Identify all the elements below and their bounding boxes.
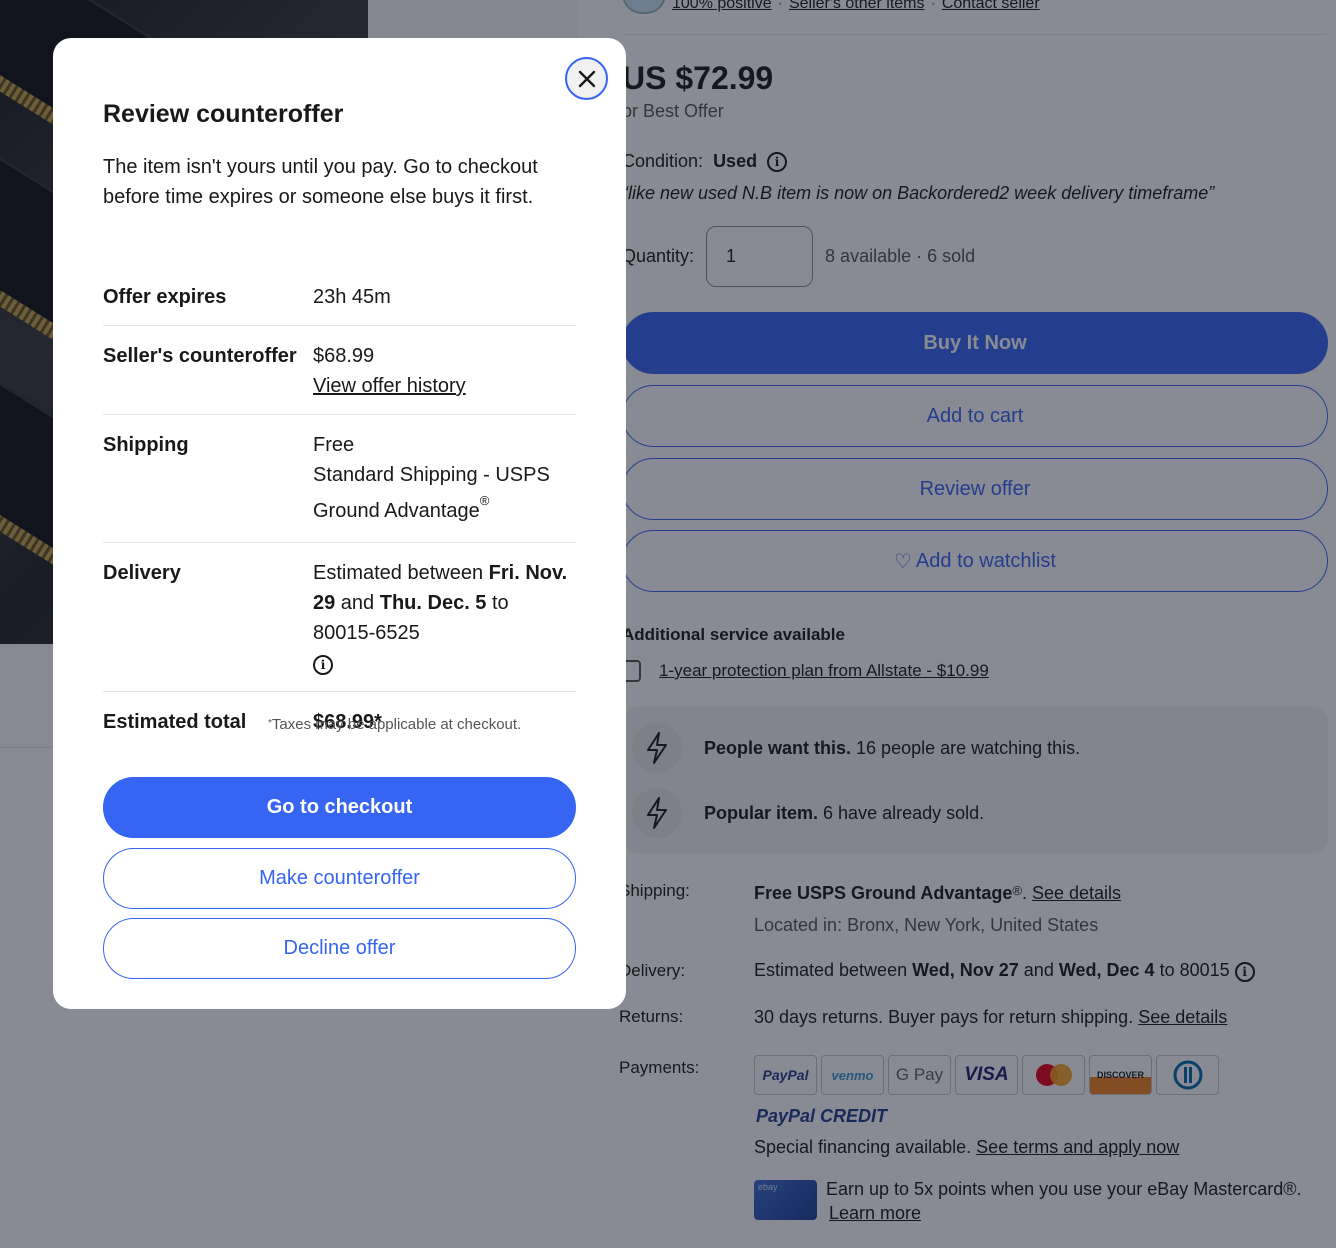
review-counteroffer-dialog: Review counteroffer The item isn't yours… — [53, 38, 626, 1009]
shipping-service: Standard Shipping - USPS Ground Advantag… — [313, 464, 550, 522]
delivery-row-label: Delivery — [103, 562, 181, 584]
delivery-prefix: Estimated between — [313, 562, 489, 584]
delivery-date-end: Thu. Dec. 5 — [379, 592, 487, 614]
offer-expires-label: Offer expires — [103, 286, 227, 308]
counteroffer-row: Seller's counteroffer $68.99 View offer … — [103, 326, 576, 415]
delivery-row: Delivery Estimated between Fri. Nov. 29 … — [103, 543, 576, 692]
view-offer-history-link[interactable]: View offer history — [313, 375, 466, 397]
dialog-title: Review counteroffer — [103, 100, 344, 128]
offer-expires-row: Offer expires 23h 45m — [103, 267, 576, 326]
registered-mark: ® — [479, 493, 490, 508]
shipping-row-label: Shipping — [103, 434, 189, 456]
tax-note: *Taxes may be applicable at checkout. — [268, 716, 522, 733]
shipping-row: Shipping Free Standard Shipping - USPS G… — [103, 415, 576, 543]
counteroffer-label: Seller's counteroffer — [103, 345, 297, 367]
shipping-cost: Free — [313, 434, 355, 456]
info-icon[interactable]: i — [313, 655, 333, 675]
counteroffer-value: $68.99 — [313, 345, 375, 367]
offer-details: Offer expires 23h 45m Seller's counterof… — [103, 267, 576, 750]
delivery-and: and — [335, 592, 380, 614]
close-icon — [578, 70, 595, 87]
close-button[interactable] — [565, 57, 608, 100]
dialog-description: The item isn't yours until you pay. Go t… — [103, 156, 538, 208]
offer-expires-value: 23h 45m — [313, 286, 391, 308]
tax-note-text: Taxes may be applicable at checkout. — [271, 716, 522, 733]
decline-offer-button[interactable]: Decline offer — [103, 918, 576, 979]
go-to-checkout-button[interactable]: Go to checkout — [103, 777, 576, 838]
make-counteroffer-button[interactable]: Make counteroffer — [103, 848, 576, 909]
